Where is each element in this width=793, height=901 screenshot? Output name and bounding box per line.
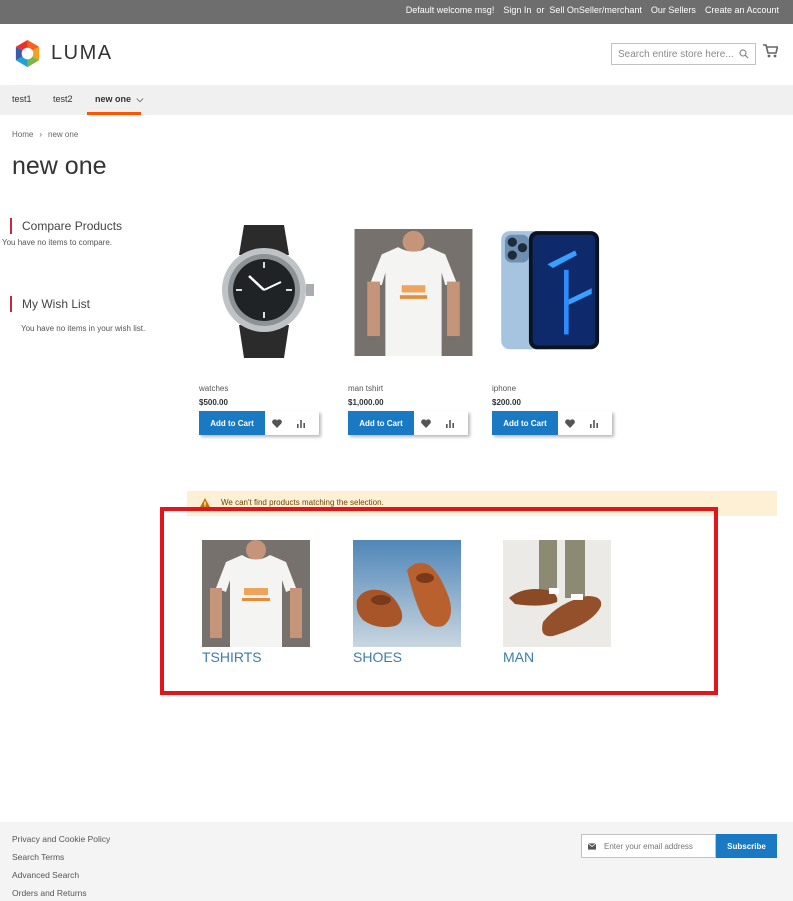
luma-logo-icon — [15, 39, 40, 68]
top-bar: Default welcome msg! Sign In or Sell OnS… — [0, 0, 793, 24]
logo-text: LUMA — [51, 42, 113, 64]
compare-block: Compare Products You have no items to co… — [2, 218, 122, 247]
footer: Privacy and Cookie Policy Search Terms A… — [0, 822, 793, 901]
email-input[interactable] — [604, 841, 709, 851]
create-account-link[interactable]: Create an Account — [705, 5, 779, 15]
product-item: man tshirt $1,000.00 Add to Cart — [348, 220, 488, 435]
product-image-watch[interactable] — [199, 220, 329, 360]
compare-icon[interactable] — [289, 411, 313, 435]
product-price: $1,000.00 — [348, 398, 384, 407]
nav-active-indicator — [87, 112, 141, 115]
search-input[interactable] — [618, 48, 736, 60]
email-field[interactable] — [581, 834, 716, 858]
footer-link-advanced-search[interactable]: Advanced Search — [12, 870, 110, 880]
nav-item-new-one[interactable]: new one ⌵ — [95, 94, 143, 105]
search-box[interactable] — [611, 43, 756, 65]
footer-link-privacy[interactable]: Privacy and Cookie Policy — [12, 834, 110, 844]
add-to-cart-button[interactable]: Add to Cart — [492, 411, 558, 435]
page-title: new one — [12, 152, 107, 180]
heart-icon[interactable] — [558, 411, 582, 435]
chevron-down-icon: ⌵ — [136, 94, 144, 104]
wishlist-block: My Wish List You have no items in your w… — [10, 296, 145, 333]
nav-item-test2[interactable]: test2 — [53, 94, 73, 104]
add-to-cart-button[interactable]: Add to Cart — [348, 411, 414, 435]
breadcrumb-home[interactable]: Home — [12, 130, 33, 139]
envelope-icon — [588, 842, 596, 850]
footer-links: Privacy and Cookie Policy Search Terms A… — [12, 834, 110, 898]
product-actions: Add to Cart — [199, 411, 319, 435]
nav-item-label: new one — [95, 94, 132, 104]
main-navigation: test1 test2 new one ⌵ — [0, 85, 793, 115]
footer-link-orders-returns[interactable]: Orders and Returns — [12, 888, 110, 898]
heart-icon[interactable] — [265, 411, 289, 435]
product-item: iphone $200.00 Add to Cart — [492, 220, 632, 435]
product-name[interactable]: iphone — [492, 384, 516, 393]
subscribe-button[interactable]: Subscribe — [716, 834, 777, 858]
sell-link[interactable]: Sell OnSeller/merchant — [549, 5, 642, 15]
newsletter-form: Subscribe — [581, 834, 777, 858]
product-image-iphone[interactable] — [492, 226, 612, 358]
product-price: $500.00 — [199, 398, 228, 407]
header: LUMA — [0, 24, 793, 84]
welcome-message: Default welcome msg! — [405, 5, 495, 15]
wishlist-title: My Wish List — [10, 296, 145, 312]
product-actions: Add to Cart — [492, 411, 612, 435]
product-name[interactable]: man tshirt — [348, 384, 383, 393]
add-to-cart-button[interactable]: Add to Cart — [199, 411, 265, 435]
wishlist-note: You have no items in your wish list. — [21, 324, 146, 333]
breadcrumb: Home › new one — [12, 130, 78, 139]
sign-in-link[interactable]: Sign In — [503, 5, 531, 15]
footer-link-search-terms[interactable]: Search Terms — [12, 852, 110, 862]
heart-icon[interactable] — [414, 411, 438, 435]
product-image-tshirt[interactable] — [348, 229, 479, 356]
product-actions: Add to Cart — [348, 411, 468, 435]
logo[interactable]: LUMA — [12, 38, 113, 69]
compare-note: You have no items to compare. — [2, 238, 112, 247]
our-sellers-link[interactable]: Our Sellers — [651, 5, 696, 15]
product-price: $200.00 — [492, 398, 521, 407]
compare-icon[interactable] — [438, 411, 462, 435]
breadcrumb-separator: › — [39, 130, 43, 139]
highlight-box — [160, 507, 718, 695]
cart-icon[interactable] — [763, 44, 778, 58]
compare-icon[interactable] — [582, 411, 606, 435]
compare-title: Compare Products — [10, 218, 122, 234]
product-name[interactable]: watches — [199, 384, 228, 393]
breadcrumb-current: new one — [48, 130, 79, 139]
search-icon[interactable] — [739, 49, 749, 59]
nav-item-test1[interactable]: test1 — [12, 94, 32, 104]
top-links: Default welcome msg! Sign In or Sell OnS… — [406, 5, 779, 15]
or-text: or — [536, 5, 545, 15]
product-item: watches $500.00 Add to Cart — [199, 220, 339, 435]
